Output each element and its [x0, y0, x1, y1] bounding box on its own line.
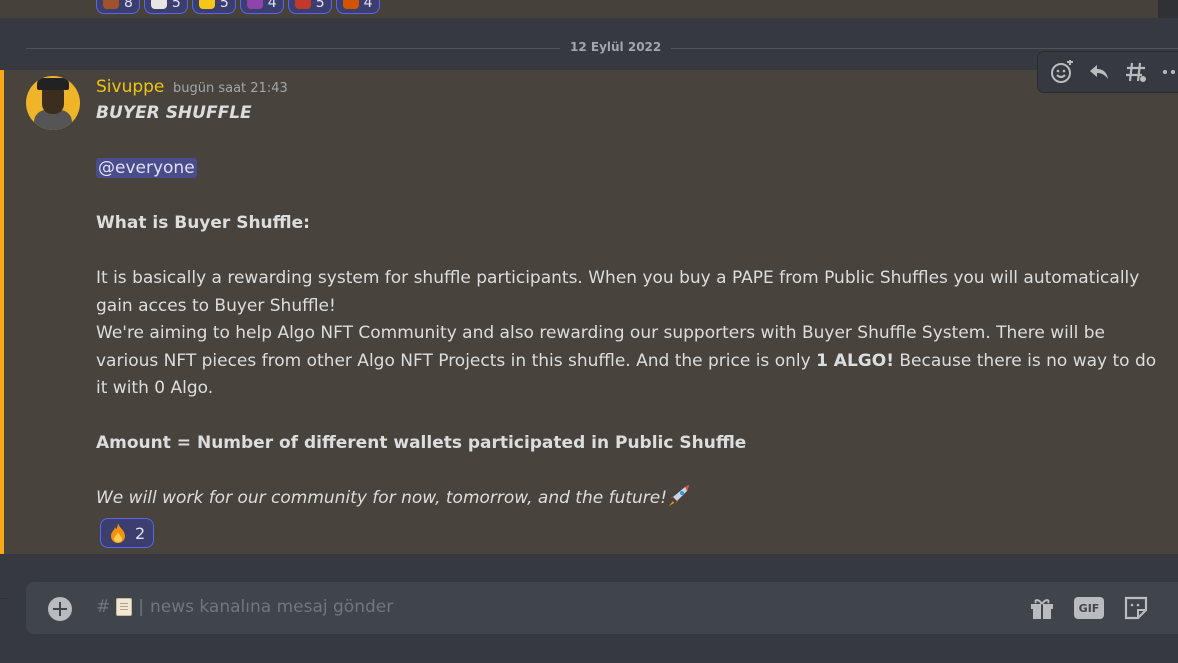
- reaction-pill[interactable]: 8: [96, 0, 140, 14]
- reaction-count: 5: [219, 0, 229, 11]
- reaction-count: 4: [267, 0, 277, 11]
- add-reaction-icon[interactable]: [1046, 56, 1077, 88]
- paragraph-1: It is basically a rewarding system for s…: [96, 268, 1140, 316]
- timestamp: bugün saat 21:43: [173, 81, 288, 96]
- username[interactable]: Sivuppe: [96, 77, 164, 97]
- mention-line: @everyone: [96, 155, 1166, 183]
- thread-icon[interactable]: [1120, 56, 1151, 88]
- reaction-emoji-icon: [150, 0, 167, 9]
- reaction-pill[interactable]: 4: [239, 0, 284, 14]
- message-actions-toolbar: [1038, 52, 1178, 92]
- previous-reactions: 8 5 5 4 5 4: [96, 0, 380, 14]
- avatar[interactable]: [26, 76, 80, 130]
- closing-line: We will work for our community for now, …: [96, 485, 1166, 513]
- rocket-icon: [667, 485, 691, 507]
- message-heading: What is Buyer Shuffle:: [96, 213, 310, 233]
- reaction-count: 2: [135, 523, 146, 543]
- reaction-pill[interactable]: 5: [191, 0, 236, 14]
- reaction-count: 8: [124, 0, 133, 11]
- amount-line: Amount = Number of different wallets par…: [96, 433, 747, 453]
- message-input[interactable]: # | news kanalına mesaj gönder: [96, 597, 393, 617]
- previous-message-area: 8 5 5 4 5 4: [0, 0, 1178, 18]
- reaction-count: 5: [315, 0, 325, 11]
- reaction-pill[interactable]: 4: [335, 0, 380, 14]
- reaction-emoji-icon: [294, 0, 311, 9]
- message[interactable]: Sivuppe bugün saat 21:43 BUYER SHUFFLE @…: [0, 70, 1178, 554]
- channel-hash: #: [96, 597, 111, 617]
- scrollbar[interactable]: [1158, 0, 1178, 18]
- add-attachment-icon[interactable]: [48, 597, 72, 621]
- scroll-icon: [116, 598, 133, 616]
- reaction-emoji-icon: [198, 0, 215, 9]
- composer-buttons: GIF: [1026, 594, 1152, 622]
- gif-button[interactable]: GIF: [1074, 597, 1104, 619]
- reply-icon[interactable]: [1083, 56, 1114, 88]
- everyone-mention[interactable]: @everyone: [96, 158, 197, 178]
- divider-line: [0, 598, 8, 628]
- message-composer[interactable]: # | news kanalına mesaj gönder GIF: [26, 582, 1178, 634]
- message-title: BUYER SHUFFLE: [96, 103, 252, 123]
- reaction-count: 5: [171, 0, 181, 11]
- reaction-emoji-icon: [246, 0, 263, 9]
- price-highlight: 1 ALGO!: [816, 350, 894, 371]
- reaction-emoji-icon: [342, 0, 359, 9]
- gift-icon[interactable]: [1026, 594, 1058, 622]
- input-placeholder: news kanalına mesaj gönder: [149, 597, 394, 617]
- more-icon[interactable]: [1157, 56, 1178, 88]
- reaction-count: 4: [363, 0, 373, 11]
- fire-icon: [109, 523, 127, 543]
- reaction-pill[interactable]: 5: [143, 0, 188, 14]
- fire-reaction-pill[interactable]: 2: [100, 518, 155, 548]
- reaction-pill[interactable]: 5: [287, 0, 332, 14]
- date-divider-label: 12 Eylül 2022: [560, 40, 672, 54]
- reaction-emoji-icon: [103, 0, 119, 9]
- avatar-hat-shape: [37, 78, 69, 90]
- closing-text: We will work for our community for now, …: [96, 488, 668, 508]
- input-separator: |: [138, 597, 144, 617]
- paragraph-2: We're aiming to help Algo NFT Community …: [96, 320, 1166, 403]
- message-content: BUYER SHUFFLE @everyone What is Buyer Sh…: [96, 100, 1166, 513]
- sticker-icon[interactable]: [1120, 594, 1152, 622]
